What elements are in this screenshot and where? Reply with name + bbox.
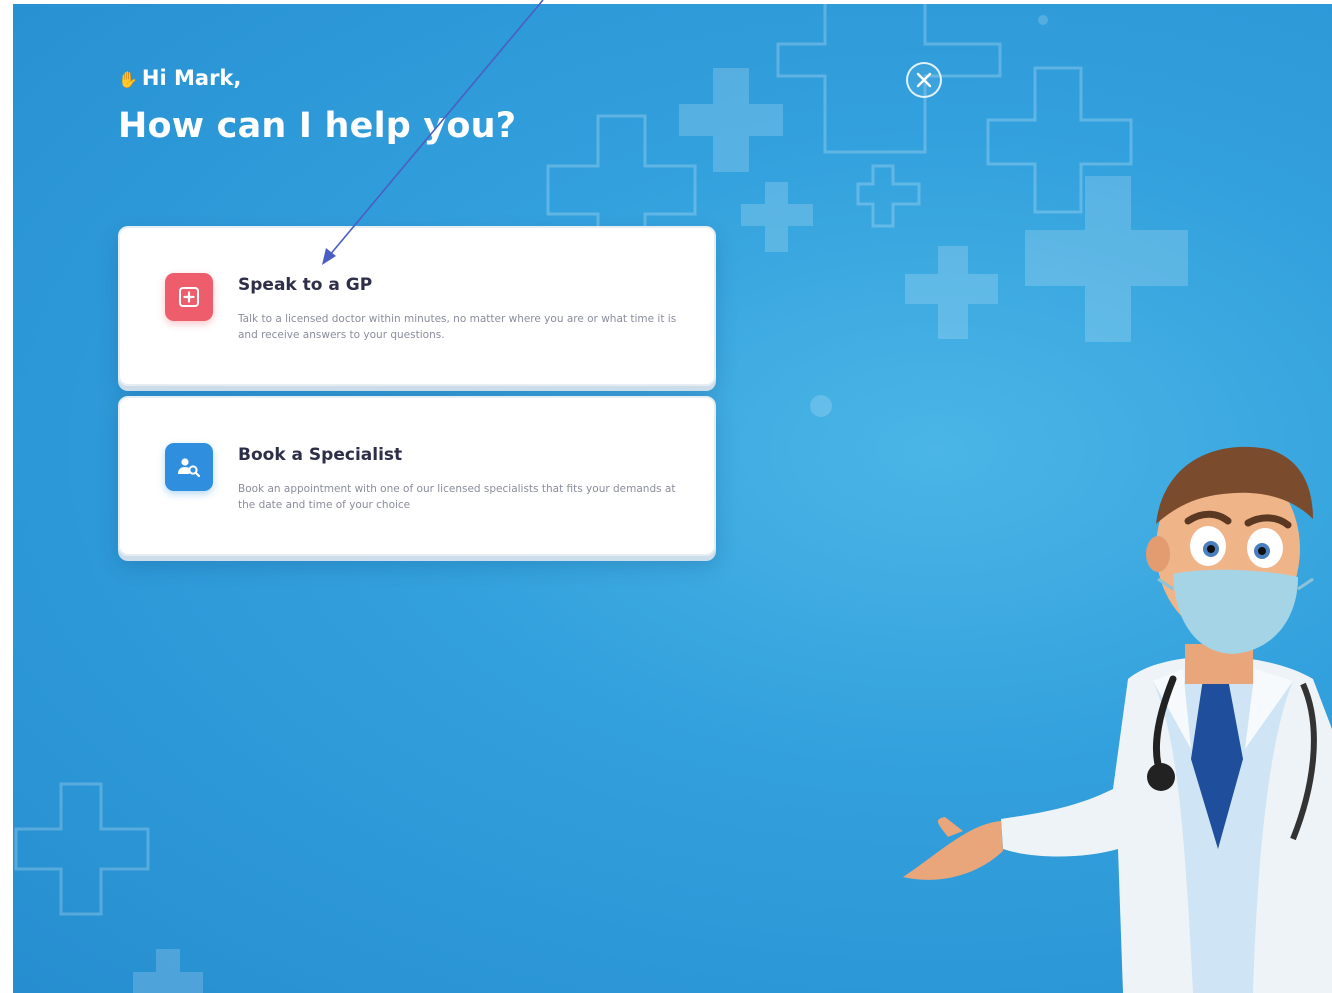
medical-plus-icon: [165, 273, 213, 321]
waving-hand-icon: ✋: [118, 70, 138, 89]
app-screen: ✋ Hi Mark, How can I help you? Speak to a…: [13, 4, 1332, 993]
speak-to-gp-card[interactable]: Speak to a GP Talk to a licensed doctor …: [118, 226, 716, 386]
card-title: Speak to a GP: [238, 275, 373, 295]
close-button[interactable]: [906, 62, 942, 98]
doctor-mascot-illustration: [903, 446, 1332, 993]
card-description: Talk to a licensed doctor within minutes…: [238, 313, 677, 341]
card-description: Book an appointment with one of our lice…: [238, 483, 676, 511]
card-title: Book a Specialist: [238, 445, 403, 465]
book-specialist-card[interactable]: Book a Specialist Book an appointment wi…: [118, 396, 716, 556]
greeting-text: Hi Mark,: [141, 66, 242, 90]
page-title: How can I help you?: [118, 106, 517, 146]
greeting: ✋ Hi Mark,: [118, 66, 241, 90]
person-search-icon: [165, 443, 213, 491]
close-icon: [916, 72, 932, 88]
